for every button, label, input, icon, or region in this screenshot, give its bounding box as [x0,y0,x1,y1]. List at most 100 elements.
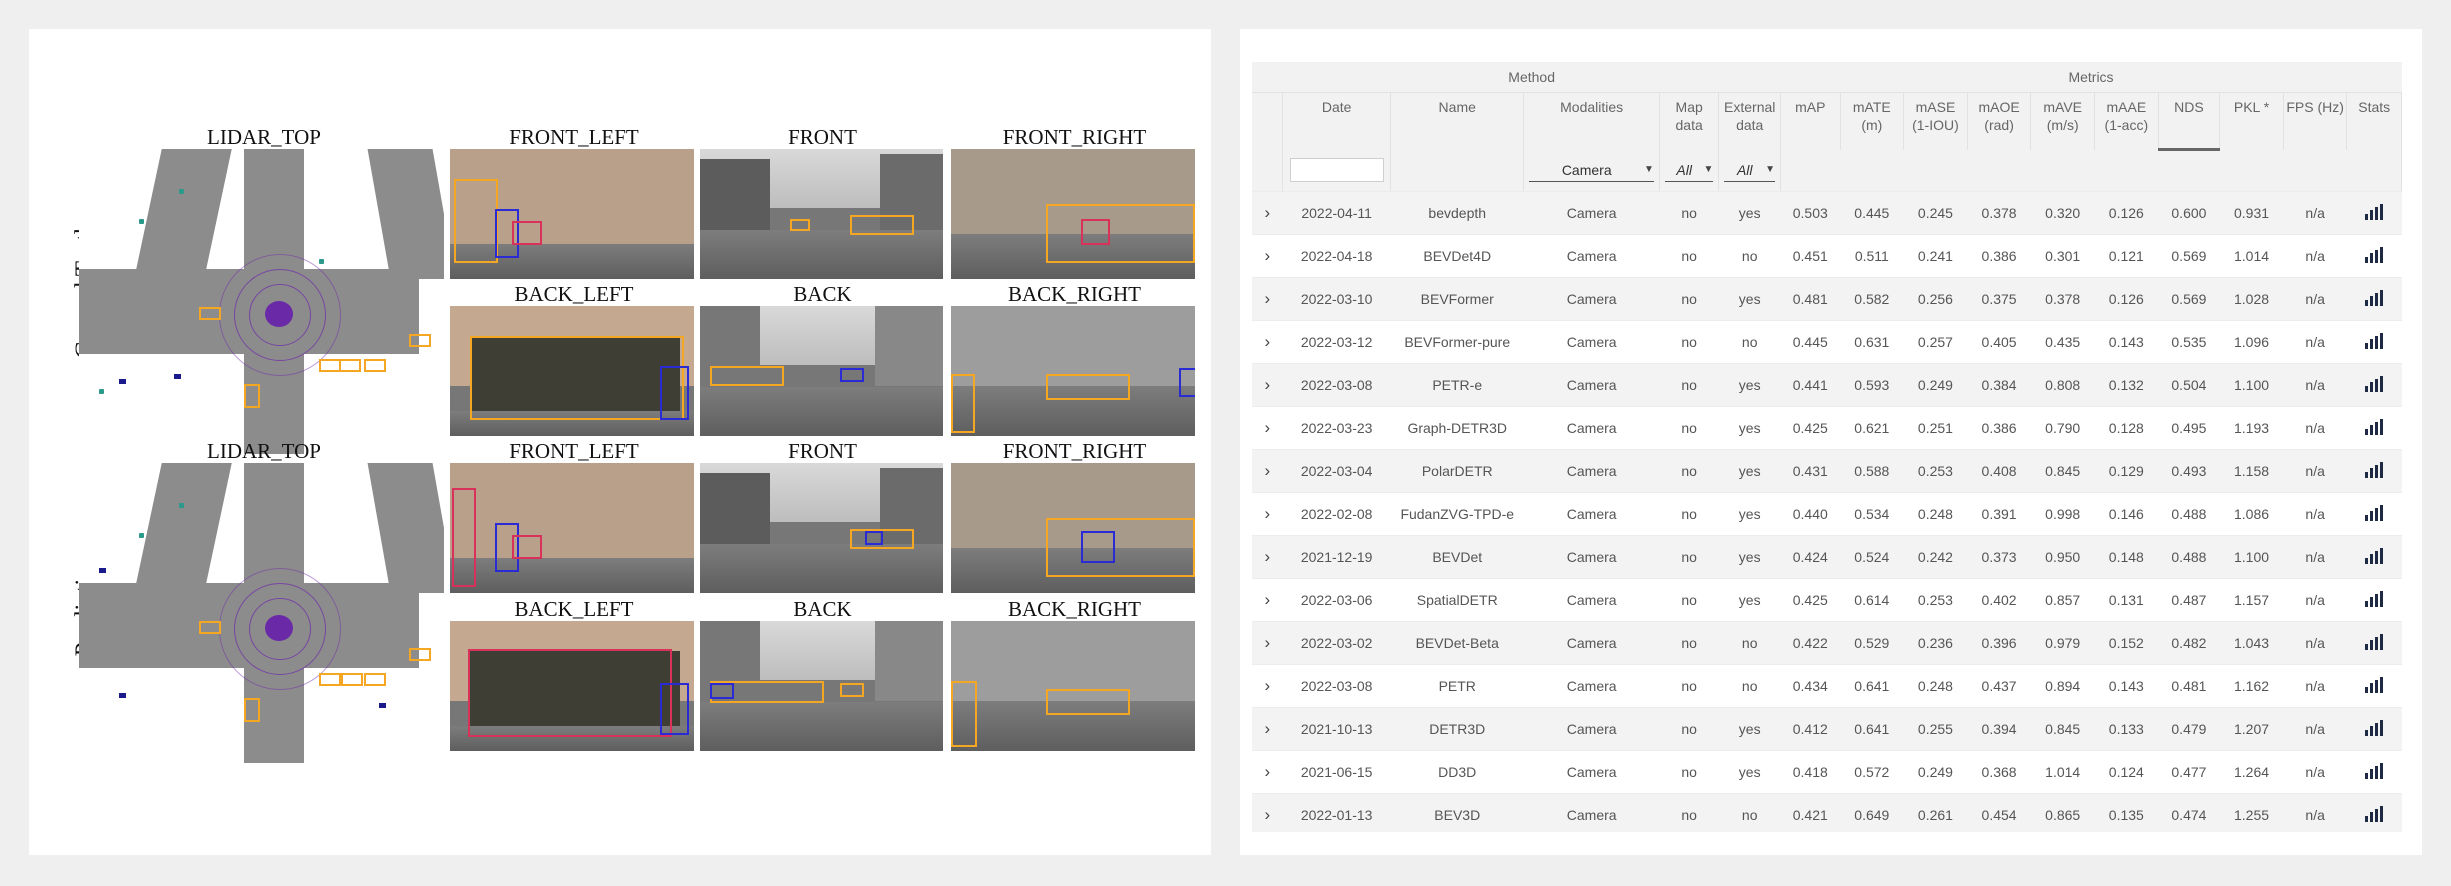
expand-row-cell[interactable]: › [1252,406,1283,450]
external-data-filter-select[interactable]: All ▼ [1724,159,1775,182]
column-header-map[interactable]: mAP [1780,92,1841,150]
chevron-right-icon[interactable]: › [1265,504,1271,523]
bar-chart-icon[interactable] [2364,676,2384,693]
bar-chart-icon[interactable] [2364,805,2384,822]
table-row[interactable]: › 2022-03-06 SpatialDETR Camera no yes 0.425 0.… [1252,578,2402,622]
chevron-right-icon[interactable]: › [1265,375,1271,394]
fps-cell: n/a [2283,535,2347,579]
stats-cell[interactable] [2346,363,2402,407]
stats-cell[interactable] [2346,621,2402,665]
table-row[interactable]: › 2022-04-11 bevdepth Camera no yes 0.503 0.445… [1252,191,2402,235]
column-header-maae[interactable]: mAAE (1-acc) [2094,92,2159,150]
column-header-modalities[interactable]: Modalities [1523,92,1660,150]
expand-row-cell[interactable]: › [1252,621,1283,665]
expand-row-cell[interactable]: › [1252,191,1283,235]
chevron-right-icon[interactable]: › [1265,633,1271,652]
bar-chart-icon[interactable] [2364,547,2384,564]
column-header-map-data[interactable]: Map data [1659,92,1720,150]
chevron-right-icon[interactable]: › [1265,332,1271,351]
expand-row-cell[interactable]: › [1252,535,1283,579]
fps-cell: n/a [2283,492,2347,536]
expand-row-cell[interactable]: › [1252,277,1283,321]
expand-row-cell[interactable]: › [1252,234,1283,278]
stats-cell[interactable] [2346,793,2402,832]
expand-row-cell[interactable]: › [1252,578,1283,622]
column-header-stats[interactable]: Stats [2346,92,2402,150]
modalities-filter-select[interactable]: Camera ▼ [1529,159,1654,182]
column-header-name[interactable]: Name [1390,92,1525,150]
stats-cell[interactable] [2346,277,2402,321]
stats-cell[interactable] [2346,234,2402,278]
column-header-date[interactable]: Date [1282,92,1392,150]
bar-chart-icon[interactable] [2364,504,2384,521]
stats-cell[interactable] [2346,535,2402,579]
expand-row-cell[interactable]: › [1252,492,1283,536]
chevron-right-icon[interactable]: › [1265,719,1271,738]
stats-cell[interactable] [2346,750,2402,794]
stats-cell[interactable] [2346,664,2402,708]
column-header-nds[interactable]: NDS [2158,92,2221,151]
stats-cell[interactable] [2346,320,2402,364]
table-row[interactable]: › 2022-03-08 PETR Camera no no 0.434 0.641 0.248… [1252,664,2402,708]
chevron-right-icon[interactable]: › [1265,676,1271,695]
chevron-right-icon[interactable]: › [1265,289,1271,308]
stats-cell[interactable] [2346,406,2402,450]
bar-chart-icon[interactable] [2364,719,2384,736]
expand-row-cell[interactable]: › [1252,320,1283,364]
bar-chart-icon[interactable] [2364,246,2384,263]
table-row[interactable]: › 2021-06-15 DD3D Camera no yes 0.418 0.572 0.24… [1252,750,2402,794]
column-header-external-data[interactable]: External data [1718,92,1781,150]
bar-chart-icon[interactable] [2364,375,2384,392]
chevron-right-icon[interactable]: › [1265,418,1271,437]
expand-row-cell[interactable]: › [1252,363,1283,407]
expand-row-cell[interactable]: › [1252,449,1283,493]
table-row[interactable]: › 2022-03-10 BEVFormer Camera no yes 0.481 0.58… [1252,277,2402,321]
stats-cell[interactable] [2346,707,2402,751]
column-header-fps[interactable]: FPS (Hz) [2283,92,2348,150]
bar-chart-icon[interactable] [2364,418,2384,435]
bar-chart-icon[interactable] [2364,633,2384,650]
bar-chart-icon[interactable] [2364,590,2384,607]
bar-chart-icon[interactable] [2364,289,2384,306]
column-header-mate[interactable]: mATE (m) [1840,92,1905,150]
column-header-mave[interactable]: mAVE (m/s) [2030,92,2096,150]
table-row[interactable]: › 2021-12-19 BEVDet Camera no yes 0.424 0.524 0.… [1252,535,2402,579]
stats-cell[interactable] [2346,492,2402,536]
bar-chart-icon[interactable] [2364,461,2384,478]
stats-cell[interactable] [2346,449,2402,493]
table-row[interactable]: › 2022-02-08 FudanZVG-TPD-e Camera no yes 0.44… [1252,492,2402,536]
bar-chart-icon[interactable] [2364,762,2384,779]
date-filter-input[interactable] [1289,158,1384,183]
table-row[interactable]: › 2022-03-23 Graph-DETR3D Camera no yes 0.425 0… [1252,406,2402,450]
map-data-filter-select[interactable]: All ▼ [1664,159,1714,182]
column-header-maoe[interactable]: mAOE (rad) [1967,92,2032,150]
column-header-pkl[interactable]: PKL * [2219,92,2284,150]
stats-cell[interactable] [2346,191,2402,235]
stats-cell[interactable] [2346,578,2402,622]
chevron-right-icon[interactable]: › [1265,203,1271,222]
bar-chart-icon[interactable] [2364,332,2384,349]
camera-title-back-pred: BACK [793,597,852,621]
table-row[interactable]: › 2021-10-13 DETR3D Camera no yes 0.412 0.641 0.… [1252,707,2402,751]
chevron-right-icon[interactable]: › [1265,547,1271,566]
chevron-right-icon[interactable]: › [1265,762,1271,781]
chevron-right-icon[interactable]: › [1265,805,1271,824]
map-data-cell: no [1659,793,1719,832]
table-row[interactable]: › 2022-03-02 BEVDet-Beta Camera no no 0.422 0.5… [1252,621,2402,665]
table-row[interactable]: › 2022-03-08 PETR-e Camera no yes 0.441 0.593 0.… [1252,363,2402,407]
expand-row-cell[interactable]: › [1252,664,1283,708]
filter-cell-external-data: All ▼ [1718,149,1781,192]
bar-chart-icon[interactable] [2364,203,2384,220]
chevron-right-icon[interactable]: › [1265,590,1271,609]
chevron-right-icon[interactable]: › [1265,246,1271,265]
table-row[interactable]: › 2022-01-13 BEV3D Camera no no 0.421 0.649 0.26… [1252,793,2402,832]
expand-row-cell[interactable]: › [1252,793,1283,832]
column-header-mase[interactable]: mASE (1-IOU) [1903,92,1968,150]
chevron-right-icon[interactable]: › [1265,461,1271,480]
table-row[interactable]: › 2022-03-12 BEVFormer-pure Camera no no 0.445… [1252,320,2402,364]
table-row[interactable]: › 2022-04-18 BEVDet4D Camera no no 0.451 0.511 0… [1252,234,2402,278]
expand-row-cell[interactable]: › [1252,750,1283,794]
expand-row-cell[interactable]: › [1252,707,1283,751]
table-row[interactable]: › 2022-03-04 PolarDETR Camera no yes 0.431 0.58… [1252,449,2402,493]
mave-cell: 0.865 [2030,793,2095,832]
